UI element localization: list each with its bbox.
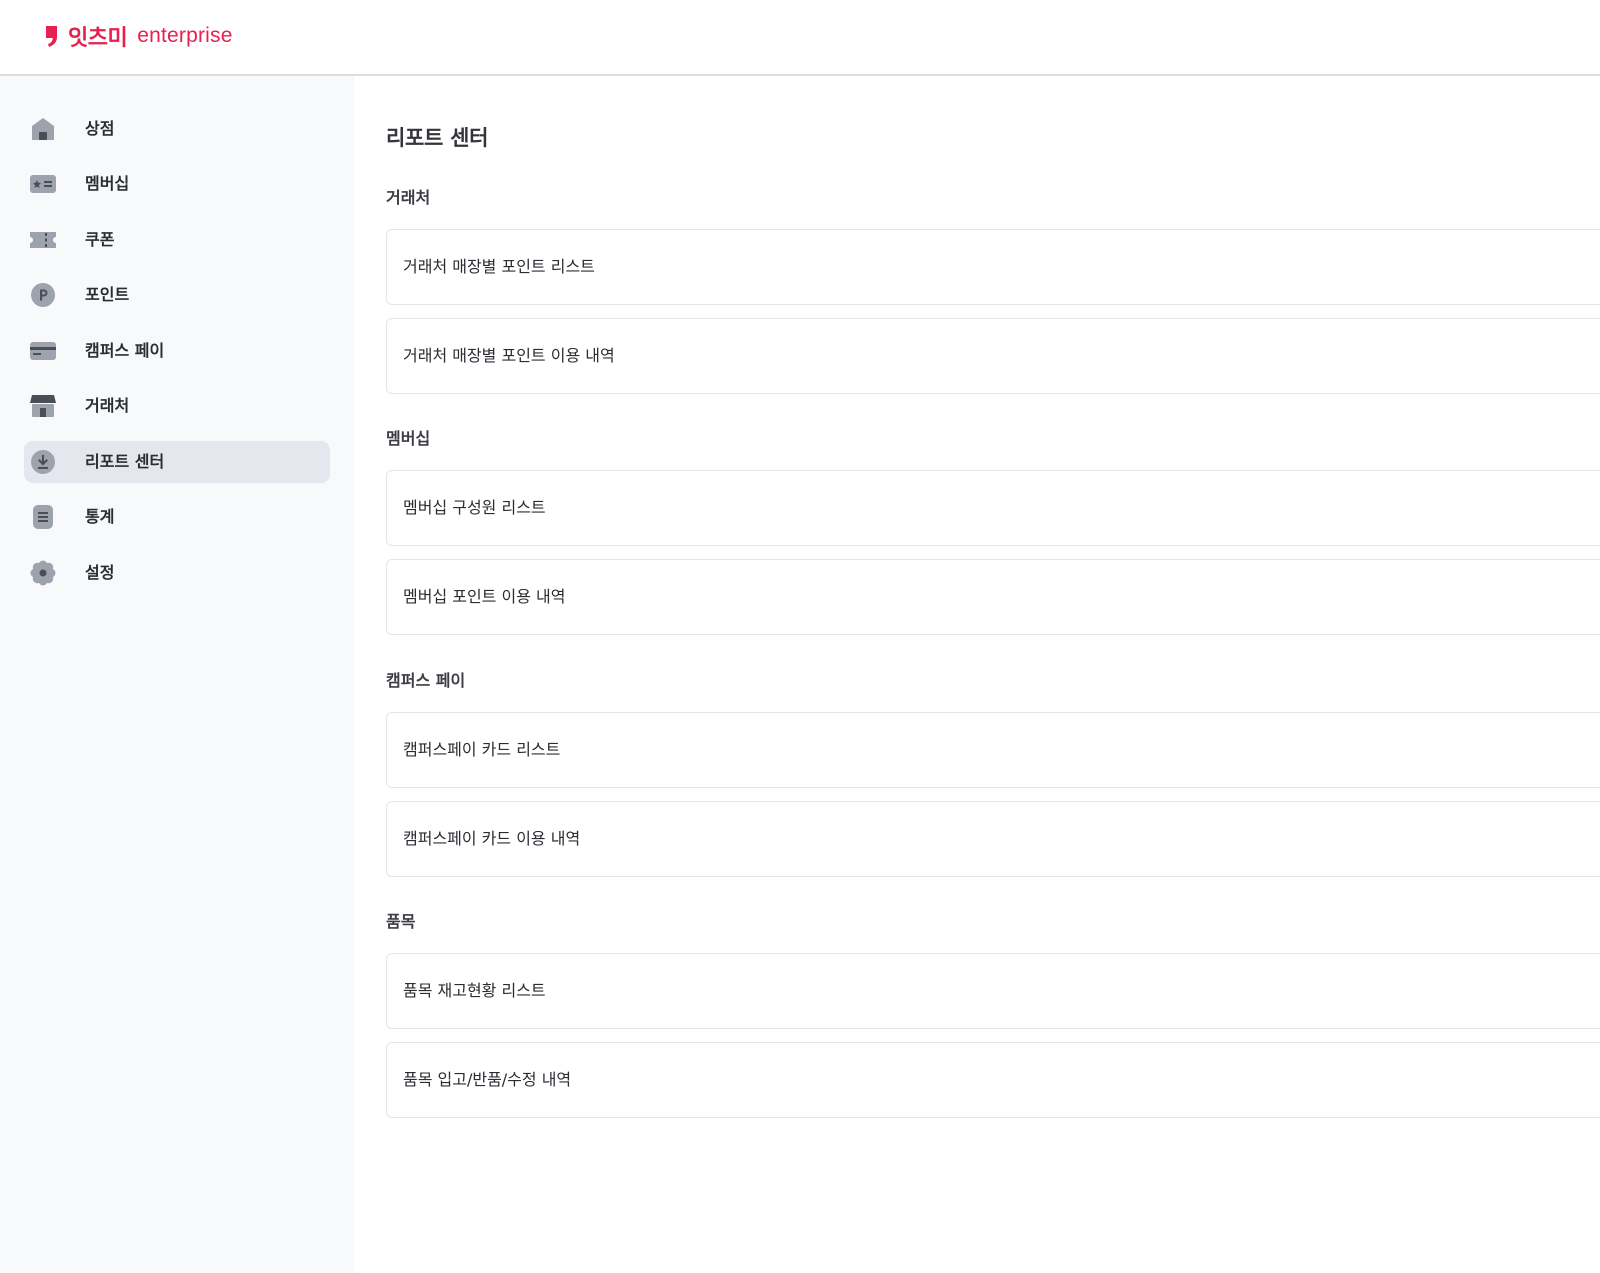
sidebar-item-store[interactable]: 상점 [24,108,330,150]
report-card-label: 멤버십 구성원 리스트 [403,498,546,517]
section-title-campus-pay: 캠퍼스 페이 [386,671,466,690]
sidebar-item-label: 캠퍼스 페이 [85,341,165,360]
shop-awning-icon [29,392,57,420]
logo[interactable]: 잇츠미 enterprise [44,20,233,52]
download-icon [29,448,57,476]
sidebar-item-label: 포인트 [85,285,130,304]
sidebar-item-settings[interactable]: 설정 [24,552,330,594]
sidebar-item-point[interactable]: 포인트 [24,274,330,316]
report-card-label: 멤버십 포인트 이용 내역 [403,587,566,606]
document-list-icon [29,503,57,531]
report-card[interactable]: 멤버십 구성원 리스트 [386,470,1600,546]
section-title-membership: 멤버십 [386,429,431,448]
report-card[interactable]: 거래처 매장별 포인트 리스트 [386,229,1600,305]
store-icon [29,115,57,143]
section-title-partner: 거래처 [386,188,431,207]
report-card-label: 품목 입고/반품/수정 내역 [403,1070,572,1089]
sidebar-item-label: 멤버십 [85,174,130,193]
report-card[interactable]: 품목 재고현황 리스트 [386,953,1600,1029]
sidebar-item-membership[interactable]: 멤버십 [24,163,330,205]
logo-mark-icon [46,26,57,47]
credit-card-icon [29,337,57,365]
report-card-label: 거래처 매장별 포인트 리스트 [403,257,595,276]
main-content: 리포트 센터 거래처 거래처 매장별 포인트 리스트 거래처 매장별 포인트 이… [354,76,1600,1273]
report-card-label: 캠퍼스페이 카드 리스트 [403,740,561,759]
report-card-label: 거래처 매장별 포인트 이용 내역 [403,346,615,365]
sidebar-item-label: 상점 [85,119,115,138]
sidebar-item-label: 설정 [85,563,115,582]
report-card-label: 품목 재고현황 리스트 [403,981,546,1000]
top-header: 잇츠미 enterprise [0,0,1600,76]
gear-icon [29,559,57,587]
sidebar-item-report-center[interactable]: 리포트 센터 [24,441,330,483]
report-card[interactable]: 품목 입고/반품/수정 내역 [386,1042,1600,1118]
point-icon [29,281,57,309]
report-card[interactable]: 멤버십 포인트 이용 내역 [386,559,1600,635]
sidebar-item-partner[interactable]: 거래처 [24,385,330,427]
coupon-icon [29,226,57,254]
sidebar-item-statistics[interactable]: 통계 [24,496,330,538]
sidebar-item-campus-pay[interactable]: 캠퍼스 페이 [24,330,330,372]
sidebar-item-label: 리포트 센터 [85,452,165,471]
report-card-label: 캠퍼스페이 카드 이용 내역 [403,829,581,848]
report-card[interactable]: 캠퍼스페이 카드 이용 내역 [386,801,1600,877]
membership-card-icon [29,170,57,198]
report-card[interactable]: 캠퍼스페이 카드 리스트 [386,712,1600,788]
sidebar-item-label: 거래처 [85,396,130,415]
sidebar-item-coupon[interactable]: 쿠폰 [24,219,330,261]
sidebar-item-label: 통계 [85,507,115,526]
section-title-item: 품목 [386,912,416,931]
page-title: 리포트 센터 [386,126,489,150]
logo-brand-text: 잇츠미 [68,26,128,51]
sidebar: 상점 멤버십 쿠폰 포인트 캠퍼스 페이 거래처 리포트 센터 통계 설정 [0,76,354,1273]
sidebar-item-label: 쿠폰 [85,230,115,249]
report-card[interactable]: 거래처 매장별 포인트 이용 내역 [386,318,1600,394]
logo-suffix-text: enterprise [137,24,233,47]
